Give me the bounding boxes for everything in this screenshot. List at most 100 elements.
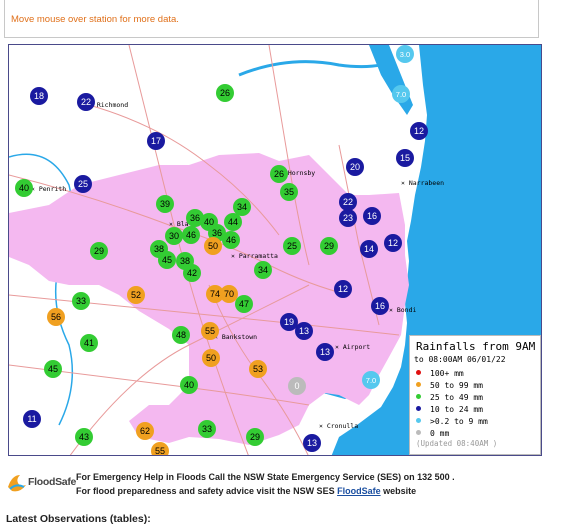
- station-marker[interactable]: 45: [44, 360, 62, 378]
- place-label: × Narrabeen: [401, 179, 444, 187]
- station-marker[interactable]: 11: [23, 410, 41, 428]
- station-marker[interactable]: 23: [339, 209, 357, 227]
- station-value: 12: [414, 126, 424, 136]
- station-marker[interactable]: 52: [127, 286, 145, 304]
- station-marker[interactable]: 29: [320, 237, 338, 255]
- station-value: 16: [375, 301, 385, 311]
- station-marker[interactable]: 55: [201, 322, 219, 340]
- legend-row-100-plus: 100+ mm: [416, 369, 464, 378]
- station-marker[interactable]: 13: [316, 343, 334, 361]
- station-marker[interactable]: 34: [233, 198, 251, 216]
- emergency-line: For Emergency Help in Floods Call the NS…: [76, 472, 455, 482]
- legend-row-50-99: 50 to 99 mm: [416, 381, 483, 390]
- station-marker[interactable]: 56: [47, 308, 65, 326]
- station-marker[interactable]: 12: [384, 234, 402, 252]
- station-value: 13: [320, 347, 330, 357]
- station-marker[interactable]: 25: [74, 175, 92, 193]
- preparedness-prefix: For flood preparedness and safety advice…: [76, 486, 338, 496]
- station-marker[interactable]: 13: [303, 434, 321, 452]
- station-value: 30: [169, 231, 179, 241]
- station-marker[interactable]: 50: [204, 237, 222, 255]
- station-value: 13: [299, 326, 309, 336]
- floodsafe-link[interactable]: FloodSafe: [337, 486, 381, 496]
- station-marker[interactable]: 48: [172, 326, 190, 344]
- station-value: 41: [84, 338, 94, 348]
- station-marker[interactable]: 35: [280, 183, 298, 201]
- legend-row-25-49: 25 to 49 mm: [416, 393, 483, 402]
- station-value: 29: [250, 432, 260, 442]
- station-marker[interactable]: 26: [216, 84, 234, 102]
- station-marker[interactable]: 12: [410, 122, 428, 140]
- floodsafe-wordmark: FloodSafe: [28, 476, 77, 488]
- station-value: 53: [253, 364, 263, 374]
- station-marker[interactable]: 0: [288, 377, 306, 395]
- legend-row-0: 0 mm: [416, 429, 449, 438]
- station-marker[interactable]: 14: [360, 240, 378, 258]
- station-marker[interactable]: 7.0: [392, 85, 410, 103]
- station-marker[interactable]: 26: [270, 165, 288, 183]
- station-value: 40: [184, 380, 194, 390]
- station-marker[interactable]: 13: [295, 322, 313, 340]
- station-value: 19: [284, 317, 294, 327]
- station-value: 36: [212, 228, 222, 238]
- station-value: 12: [338, 284, 348, 294]
- preparedness-suffix: website: [380, 486, 417, 496]
- station-marker[interactable]: 45: [158, 251, 176, 269]
- station-marker[interactable]: 33: [198, 420, 216, 438]
- station-marker[interactable]: 7.0: [362, 371, 380, 389]
- station-marker[interactable]: 17: [147, 132, 165, 150]
- floodsafe-logo[interactable]: FloodSafe: [6, 471, 76, 493]
- legend-label: 50 to 99 mm: [430, 381, 483, 390]
- station-marker[interactable]: 22: [339, 193, 357, 211]
- place-label: × Cronulla: [319, 422, 358, 430]
- station-marker[interactable]: 22: [77, 93, 95, 111]
- station-marker[interactable]: 16: [371, 297, 389, 315]
- station-value: 56: [51, 312, 61, 322]
- station-marker[interactable]: 62: [136, 422, 154, 440]
- station-marker[interactable]: 50: [202, 349, 220, 367]
- hawkesbury-river: [238, 60, 390, 77]
- station-value: 45: [48, 364, 58, 374]
- station-value: 33: [202, 424, 212, 434]
- station-value: 70: [224, 289, 234, 299]
- station-marker[interactable]: 40: [180, 376, 198, 394]
- rainfall-map[interactable]: × Richmond × Penrith × Hornsby × Narrabeen ×…: [8, 44, 542, 456]
- station-marker[interactable]: 29: [246, 428, 264, 446]
- station-marker[interactable]: 42: [183, 264, 201, 282]
- legend-label: >0.2 to 9 mm: [430, 417, 488, 426]
- station-marker[interactable]: 70: [220, 285, 238, 303]
- station-marker[interactable]: 47: [235, 295, 253, 313]
- station-marker[interactable]: 41: [80, 334, 98, 352]
- legend-dot-icon: [416, 418, 421, 423]
- station-marker[interactable]: 46: [182, 226, 200, 244]
- station-marker[interactable]: 30: [165, 227, 183, 245]
- station-marker[interactable]: 20: [346, 158, 364, 176]
- station-value: 25: [78, 179, 88, 189]
- station-value: 26: [274, 169, 284, 179]
- station-value: 34: [258, 265, 268, 275]
- station-marker[interactable]: 40: [15, 179, 33, 197]
- station-marker[interactable]: 39: [156, 195, 174, 213]
- station-value: 25: [287, 241, 297, 251]
- station-marker[interactable]: 33: [72, 292, 90, 310]
- station-value: 3.0: [400, 50, 410, 59]
- station-marker[interactable]: 43: [75, 428, 93, 446]
- station-marker[interactable]: 55: [151, 442, 169, 456]
- station-marker[interactable]: 53: [249, 360, 267, 378]
- station-marker[interactable]: 12: [334, 280, 352, 298]
- place-label: × Penrith: [31, 185, 66, 193]
- station-marker[interactable]: 29: [90, 242, 108, 260]
- station-marker[interactable]: 16: [363, 207, 381, 225]
- station-marker[interactable]: 19: [280, 313, 298, 331]
- station-marker[interactable]: 34: [254, 261, 272, 279]
- station-value: 15: [400, 153, 410, 163]
- station-marker[interactable]: 25: [283, 237, 301, 255]
- station-marker[interactable]: 18: [30, 87, 48, 105]
- legend-row-02-9: >0.2 to 9 mm: [416, 417, 488, 426]
- preparedness-line: For flood preparedness and safety advice…: [76, 486, 416, 496]
- station-marker[interactable]: 15: [396, 149, 414, 167]
- station-marker[interactable]: 3.0: [396, 45, 414, 63]
- station-marker[interactable]: 44: [224, 213, 242, 231]
- station-value: 17: [151, 136, 161, 146]
- station-marker[interactable]: 46: [222, 231, 240, 249]
